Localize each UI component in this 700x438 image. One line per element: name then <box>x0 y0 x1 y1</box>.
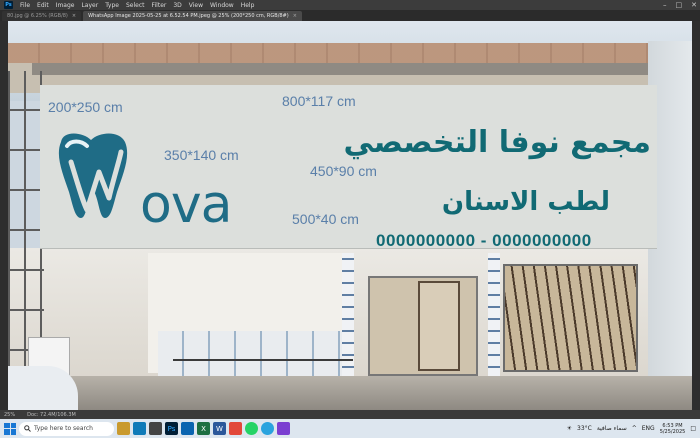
dimension-label-phones: 500*40 cm <box>292 211 359 227</box>
search-icon <box>24 425 31 432</box>
menu-image[interactable]: Image <box>56 2 75 9</box>
menu-bar: Ps File Edit Image Layer Type Select Fil… <box>0 0 700 10</box>
weather-icon[interactable]: ☀ <box>567 425 572 432</box>
menu-window[interactable]: Window <box>210 2 234 9</box>
railing <box>173 359 353 361</box>
system-tray: ☀ 33°C سماء صافية ^ ENG 6:53 PM 5/25/202… <box>567 419 696 438</box>
excel-icon[interactable]: X <box>197 422 210 435</box>
tab-label: 80.jpg @ 6.25% (RGB/8) <box>7 13 68 19</box>
maximize-icon[interactable]: □ <box>676 1 683 9</box>
close-tab-icon[interactable]: × <box>293 13 297 19</box>
brand-logotype: ova <box>140 175 232 235</box>
taskbar-search[interactable]: Type here to search <box>19 421 114 436</box>
edge-icon[interactable] <box>133 422 146 435</box>
menu-3d[interactable]: 3D <box>173 2 181 9</box>
photoshop-logo-icon: Ps <box>4 1 13 9</box>
telegram-icon[interactable] <box>261 422 274 435</box>
clock[interactable]: 6:53 PM 5/25/2025 <box>660 423 686 435</box>
menu-filter[interactable]: Filter <box>152 2 167 9</box>
weather-desc: سماء صافية <box>596 425 627 432</box>
snipping-tool-icon[interactable] <box>277 422 290 435</box>
photoshop-window: Ps File Edit Image Layer Type Select Fil… <box>0 0 700 438</box>
notification-icon[interactable]: □ <box>690 425 696 432</box>
tooth-logo-icon <box>58 133 128 218</box>
tab-label: WhatsApp Image 2025-05-25 at 6.52.54 PM.… <box>88 13 289 19</box>
mail-icon[interactable] <box>181 422 194 435</box>
chevron-up-icon[interactable]: ^ <box>632 425 637 432</box>
parapet <box>32 63 657 75</box>
brick-band <box>8 43 648 63</box>
entrance-door <box>418 281 460 371</box>
menu-layer[interactable]: Layer <box>81 2 98 9</box>
sidewalk <box>8 376 692 410</box>
windows-start-icon[interactable] <box>4 422 16 435</box>
document-size: Doc: 72.4M/106.3M <box>27 411 76 418</box>
cladding-panels <box>158 331 348 381</box>
store-icon[interactable] <box>149 422 162 435</box>
dimension-label-logo: 200*250 cm <box>48 99 123 115</box>
dimension-label-subtitle: 450*90 cm <box>310 163 377 179</box>
minimize-icon[interactable]: – <box>663 1 667 9</box>
phone-numbers: 0000000000 - 0000000000 <box>376 231 592 250</box>
menu-select[interactable]: Select <box>126 2 145 9</box>
tools-panel[interactable] <box>0 21 8 410</box>
word-icon[interactable]: W <box>213 422 226 435</box>
menu-edit[interactable]: Edit <box>37 2 49 9</box>
search-placeholder: Type here to search <box>34 425 93 432</box>
chrome-icon[interactable] <box>229 422 242 435</box>
document-tab-bar: 80.jpg @ 6.25% (RGB/8) × WhatsApp Image … <box>0 10 700 21</box>
clinic-specialty-arabic: لطب الاسنان <box>441 187 610 217</box>
side-panel[interactable] <box>692 21 700 410</box>
taskbar: Type here to search Ps X W ☀ 33°C سماء ص… <box>0 419 700 438</box>
zoom-level[interactable]: 25% <box>4 412 15 418</box>
signboard: 200*250 cm 800*117 cm 350*140 cm 450*90 … <box>40 85 657 250</box>
menu-type[interactable]: Type <box>105 2 119 9</box>
shopfront-glass <box>503 264 638 372</box>
dimension-label-brand: 350*140 cm <box>164 147 239 163</box>
facade-column <box>488 253 500 378</box>
language-indicator[interactable]: ENG <box>642 425 655 432</box>
window-controls: – □ ✕ <box>663 0 697 10</box>
menu-view[interactable]: View <box>189 2 203 9</box>
menu-help[interactable]: Help <box>241 2 255 9</box>
weather-temp[interactable]: 33°C <box>577 425 592 432</box>
close-icon[interactable]: ✕ <box>691 1 697 9</box>
parked-car <box>8 366 78 410</box>
dimension-label-title: 800*117 cm <box>282 93 356 109</box>
tab-document-1[interactable]: 80.jpg @ 6.25% (RGB/8) × <box>2 11 82 21</box>
file-explorer-icon[interactable] <box>117 422 130 435</box>
status-bar: 25% Doc: 72.4M/106.3M <box>0 410 700 419</box>
photoshop-icon[interactable]: Ps <box>165 422 178 435</box>
document-canvas[interactable]: 200*250 cm 800*117 cm 350*140 cm 450*90 … <box>8 21 692 410</box>
whatsapp-icon[interactable] <box>245 422 258 435</box>
menu-file[interactable]: File <box>20 2 30 9</box>
date: 5/25/2025 <box>659 428 686 435</box>
clinic-name-arabic: مجمع نوفا التخصصي <box>343 125 651 160</box>
tab-document-2[interactable]: WhatsApp Image 2025-05-25 at 6.52.54 PM.… <box>83 11 302 21</box>
close-tab-icon[interactable]: × <box>72 13 76 19</box>
